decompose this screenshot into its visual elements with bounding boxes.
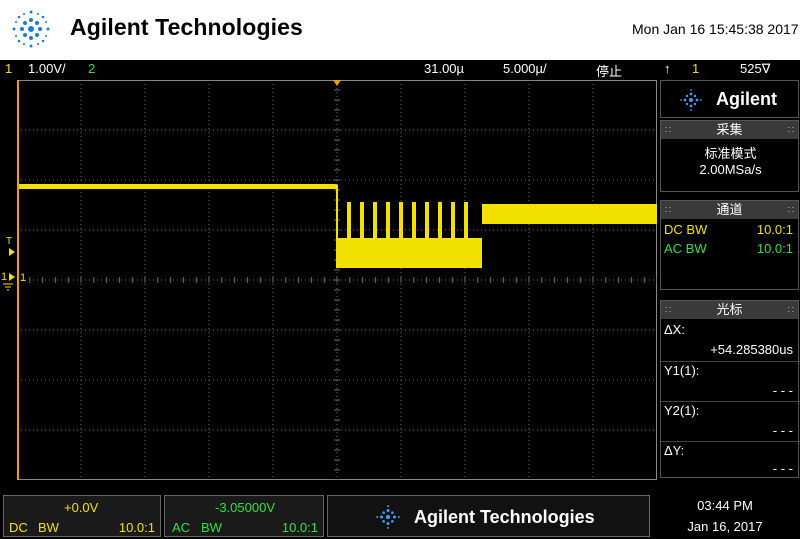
run-state[interactable]: 停止 [596, 61, 622, 80]
trigger-level-marker-icon [9, 248, 15, 256]
ch1-ground-label: 1 [1, 271, 7, 283]
ch1-ground-marker-icon [9, 273, 15, 281]
dx-value: +54.285380us [710, 342, 793, 357]
trigger-source[interactable]: 1 [692, 61, 699, 76]
trace-spike [360, 202, 364, 238]
footer-brand: Agilent Technologies [414, 507, 595, 527]
y1-value: - - - [772, 383, 793, 398]
acquire-mode: 标准模式 [704, 146, 757, 161]
sample-rate: 2.00MSa/s [699, 162, 762, 177]
ch1-footer-box[interactable]: +0.0V DC BW 10.0:1 [3, 495, 161, 537]
ch1-footer-probe: 10.0:1 [118, 520, 155, 535]
agilent-spark-logo-icon [12, 10, 50, 48]
ch1-number[interactable]: 1 [5, 61, 12, 76]
sidebar-brand: Agilent [716, 89, 777, 109]
ch2-footer-bw: BW [201, 520, 222, 535]
ground-symbol-icon [3, 283, 13, 291]
y1-label: Y1(1): [664, 363, 700, 378]
ch2-footer-probe: 10.0:1 [281, 520, 318, 535]
trigger-level[interactable]: 525∇ [740, 61, 770, 77]
trace-spike [464, 202, 468, 238]
ch1-probe: 10.0:1 [756, 222, 793, 237]
footer-date: Jan 16, 2017 [687, 519, 763, 534]
trigger-edge-icon: ↑ [664, 61, 671, 76]
cursors-title: 光标 [716, 302, 743, 317]
brand-title: Agilent Technologies [70, 14, 303, 40]
ch2-coupling: AC BW [664, 241, 707, 256]
waveform-display[interactable]: 1 [17, 80, 657, 480]
footer-bar: +0.0V DC BW 10.0:1 -3.05000V AC BW 10.0:… [0, 493, 800, 539]
y2-label: Y2(1): [664, 403, 700, 418]
ch2-footer-box[interactable]: -3.05000V AC BW 10.0:1 [164, 495, 324, 537]
trace-spike [451, 202, 455, 238]
trigger-delay[interactable]: 31.00µ [424, 61, 464, 76]
channels-panel[interactable]: ∷ 通道 ∷ DC BW 10.0:1 AC BW 10.0:1 [660, 200, 799, 290]
dy-value: - - - [772, 461, 793, 476]
ch1-footer-coupling: DC [9, 520, 28, 535]
right-sidebar: Agilent ∷ 采集 ∷ 标准模式 2.00MSa/s ∷ 通道 ∷ DC BW 1… [660, 80, 800, 480]
ch1-scale[interactable]: 1.00V/ [28, 61, 66, 76]
acquire-title: 采集 [716, 122, 743, 137]
acquire-panel[interactable]: ∷ 采集 ∷ 标准模式 2.00MSa/s [660, 120, 799, 192]
trace-spike [386, 202, 390, 238]
ch1-coupling: DC BW [664, 222, 708, 237]
cursors-panel[interactable]: ∷ 光标 ∷ ΔX: +54.285380us Y1(1): - - - Y2(1)… [660, 300, 800, 478]
trace-spike [438, 202, 442, 238]
trigger-marker-label: T [6, 236, 12, 247]
trace-spike [399, 202, 403, 238]
trace-burst-band [337, 238, 482, 268]
dx-label: ΔX: [664, 322, 685, 337]
sidebar-brand-box: Agilent [660, 80, 799, 118]
ch2-footer-coupling: AC [172, 520, 191, 535]
ch2-offset: -3.05000V [215, 500, 275, 515]
channels-title: 通道 [716, 202, 743, 217]
agilent-spark-small-icon [680, 89, 702, 111]
status-bar: 1 1.00V/ 2 31.00µ 5.000µ/ 停止 ↑ 1 525∇ [0, 60, 800, 79]
trace-high-segment [18, 184, 337, 189]
trace-spike [425, 202, 429, 238]
ch2-probe: 10.0:1 [756, 241, 793, 256]
ch2-number[interactable]: 2 [88, 61, 95, 76]
dy-label: ΔY: [664, 443, 685, 458]
ch1-footer-bw: BW [38, 520, 59, 535]
header-bar: Agilent Technologies Mon Jan 16 15:45:38… [0, 0, 800, 60]
trace-edge [336, 185, 338, 268]
footer-time: 03:44 PM [697, 498, 753, 513]
trace-final-band [482, 204, 657, 224]
channel-markers: T 1 [1, 236, 15, 291]
agilent-spark-footer-icon [376, 505, 400, 529]
screen-datetime: Mon Jan 16 15:45:38 2017 [632, 21, 799, 37]
ch1-offset: +0.0V [64, 500, 99, 515]
footer-brand-box: Agilent Technologies [327, 495, 650, 537]
ch1-screen-marker: 1 [20, 272, 26, 284]
trace-spike [347, 202, 351, 238]
trace-spike [373, 202, 377, 238]
y2-value: - - - [772, 423, 793, 438]
trace-spike [412, 202, 416, 238]
timebase[interactable]: 5.000µ/ [503, 61, 547, 76]
